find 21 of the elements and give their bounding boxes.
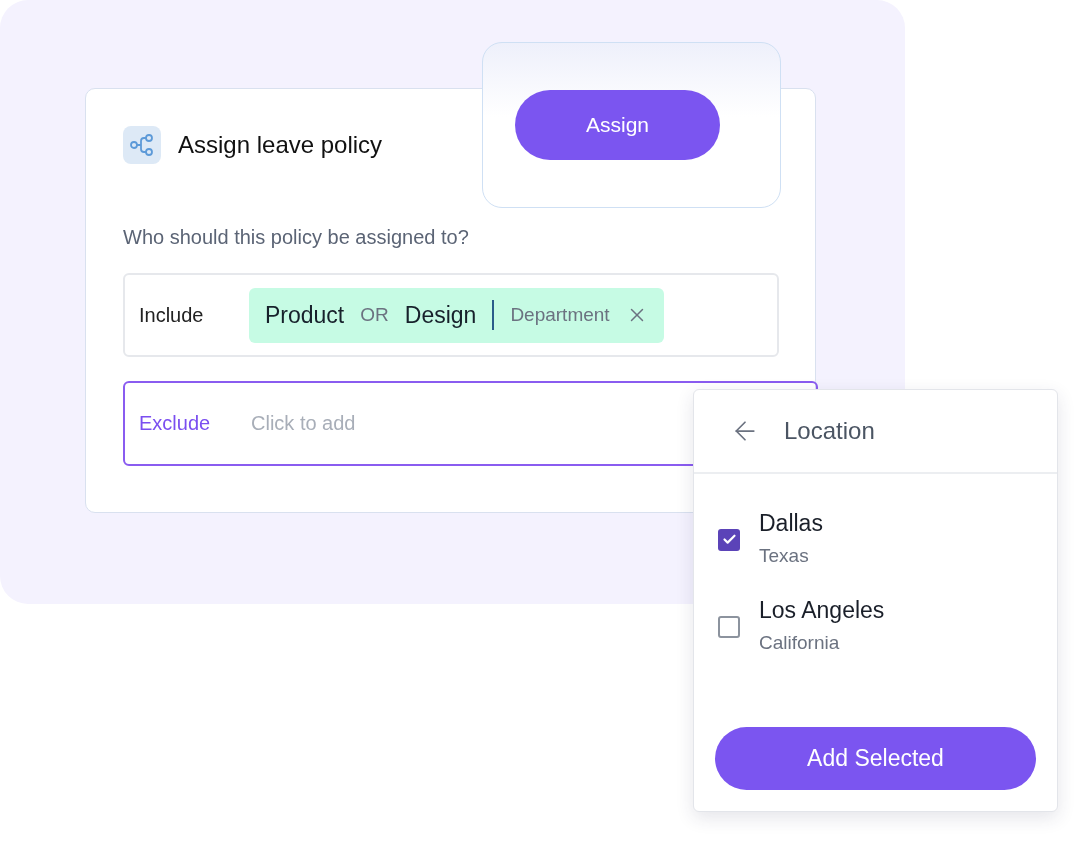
checkbox[interactable] [718,528,740,551]
joiner-text: OR [360,304,389,326]
include-label: Include [139,303,205,327]
check-icon [721,532,737,547]
dropdown-title: Location [784,417,875,445]
exclude-label: Exclude [139,412,212,435]
exclude-input[interactable]: Click to add [249,411,553,436]
tag-value: Product [265,301,345,329]
tag-value: Design [404,301,477,329]
checkbox[interactable] [718,615,740,638]
question-text: Who should this policy be assigned to? [123,226,470,249]
tag-type: Department [510,304,610,326]
location-name: Dallas [759,510,823,537]
department-tag[interactable]: Product OR Design Department [249,287,664,343]
card-title: Assign leave policy [178,131,383,159]
location-state: California [759,632,841,654]
assign-button[interactable]: Assign [515,90,720,160]
location-name: Los Angeles [759,597,885,624]
location-state: Texas [759,545,810,567]
add-selected-button[interactable]: Add Selected [715,727,1036,790]
branch-icon [123,126,161,164]
